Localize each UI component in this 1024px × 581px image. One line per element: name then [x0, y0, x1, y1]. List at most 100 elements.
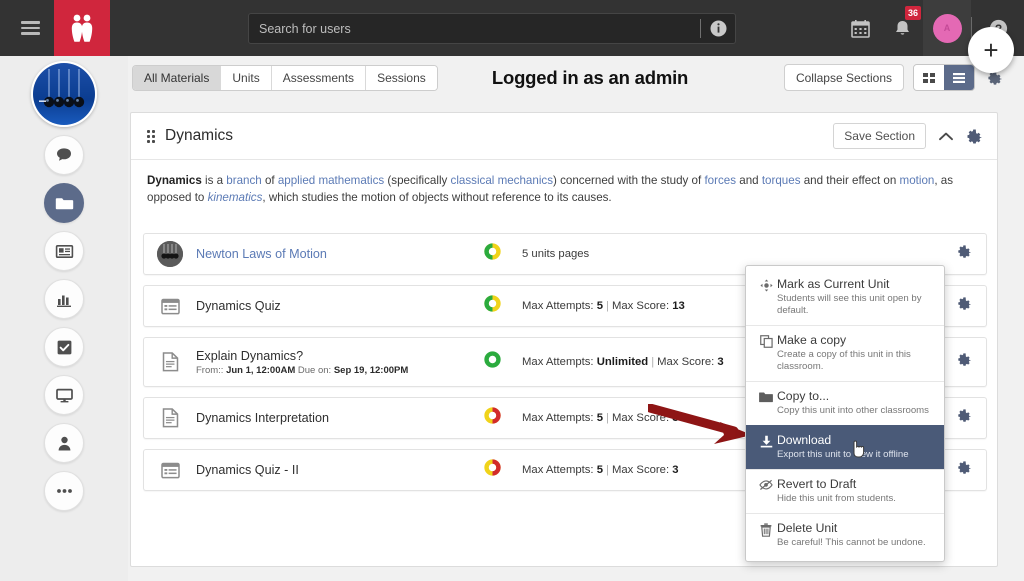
hamburger-icon[interactable] — [8, 21, 52, 35]
folder-icon — [755, 389, 777, 417]
menu-item-make-a-copy[interactable]: Make a copy Create a copy of this unit i… — [746, 325, 944, 381]
menu-item-title: Copy to... — [777, 389, 830, 403]
desc-text: of — [261, 174, 278, 187]
sidebar-item-more[interactable] — [44, 471, 84, 511]
calendar-icon[interactable] — [839, 0, 881, 56]
row-meta: Max Attempts: 5 | Max Score: 3 — [522, 412, 679, 424]
notification-badge: 36 — [905, 6, 921, 20]
grid-view-icon[interactable] — [914, 65, 944, 90]
unit-title[interactable]: Dynamics Quiz — [196, 299, 281, 313]
avatar-initial: A — [932, 13, 962, 43]
section-description: Dynamics is a branch of applied mathemat… — [131, 160, 997, 206]
tab-sessions[interactable]: Sessions — [366, 66, 437, 90]
score-label: Max Score: — [611, 464, 673, 476]
link-classical-mechanics[interactable]: classical mechanics — [451, 174, 553, 187]
score-label: Max Score: — [611, 412, 673, 424]
link-motion[interactable]: motion — [900, 174, 935, 187]
desc-text: , which studies the motion of objects wi… — [262, 191, 612, 204]
unit-title[interactable]: Newton Laws of Motion — [196, 247, 327, 261]
drag-handle-icon[interactable] — [147, 129, 155, 143]
section-actions: Save Section — [833, 123, 983, 149]
content-header-actions: Collapse Sections — [783, 64, 1006, 91]
desc-term: Dynamics — [147, 174, 202, 187]
avatar[interactable]: A — [923, 0, 971, 56]
unit-dates: From:: Jun 1, 12:00AM Due on: Sep 19, 12… — [196, 365, 408, 376]
meta-divider: | — [606, 464, 609, 476]
section-title: Dynamics — [165, 127, 234, 144]
score-value: 3 — [672, 464, 679, 476]
move-arrows-icon — [755, 277, 777, 317]
add-button[interactable]: + — [968, 27, 1014, 73]
row-text: Newton Laws of Motion — [196, 247, 327, 261]
sidebar-item-messages[interactable] — [44, 135, 84, 175]
score-value: 13 — [672, 300, 685, 312]
tab-assessments[interactable]: Assessments — [271, 66, 367, 90]
tab-all-materials[interactable]: All Materials — [133, 66, 222, 90]
menu-item-mark-as-current-unit[interactable]: Mark as Current Unit Students will see t… — [746, 270, 944, 325]
meta-divider: | — [606, 412, 609, 424]
from-label: From:: — [196, 364, 227, 376]
gear-icon[interactable] — [966, 128, 983, 145]
link-forces[interactable]: forces — [704, 174, 736, 187]
search-bar[interactable] — [248, 13, 736, 44]
menu-item-revert-to-draft[interactable]: Revert to Draft Hide this unit from stud… — [746, 469, 944, 513]
quiz-icon — [144, 462, 196, 479]
status-badge — [484, 407, 501, 429]
sidebar-item-news[interactable] — [44, 231, 84, 271]
score-value: 3 — [672, 412, 679, 424]
attempts-value: 5 — [596, 464, 604, 476]
section-header: Dynamics Save Section — [131, 113, 997, 160]
gear-icon[interactable] — [957, 408, 972, 428]
score-value: 3 — [717, 356, 724, 368]
menu-item-title: Revert to Draft — [777, 477, 857, 491]
checkbox-icon — [55, 338, 74, 357]
person-icon — [55, 434, 74, 453]
gear-icon[interactable] — [957, 460, 972, 480]
unit-title[interactable]: Dynamics Quiz - II — [196, 463, 299, 477]
unit-thumbnail — [144, 241, 196, 267]
row-text: Dynamics Quiz - II — [196, 463, 299, 477]
notifications-icon[interactable]: 36 — [881, 0, 923, 56]
list-view-icon[interactable] — [944, 65, 974, 90]
gear-icon[interactable] — [957, 352, 972, 372]
attempts-value: 5 — [596, 300, 604, 312]
menu-item-desc: Hide this unit from students. — [777, 493, 896, 504]
menu-item-download[interactable]: Download Export this unit to view it off… — [746, 425, 944, 469]
search-input[interactable] — [249, 14, 700, 43]
materials-tabs: All Materials Units Assessments Sessions — [132, 65, 438, 91]
menu-item-desc: Students will see this unit open by defa… — [777, 293, 922, 316]
due-value: Sep 19, 12:00PM — [333, 364, 409, 376]
sidebar-item-reports[interactable] — [44, 279, 84, 319]
sidebar-item-presentation[interactable] — [44, 375, 84, 415]
link-kinematics[interactable]: kinematics — [208, 191, 263, 204]
from-value: Jun 1, 12:00AM — [226, 364, 296, 376]
link-torques[interactable]: torques — [762, 174, 801, 187]
newtons-cradle-avatar[interactable] — [31, 61, 97, 127]
sidebar-item-tasks[interactable] — [44, 327, 84, 367]
tab-units[interactable]: Units — [221, 66, 272, 90]
menu-item-text: Make a copy Create a copy of this unit i… — [777, 333, 935, 373]
info-icon[interactable] — [701, 14, 735, 43]
gear-icon[interactable] — [957, 244, 972, 264]
collapse-sections-button[interactable]: Collapse Sections — [783, 64, 904, 91]
admin-banner: Logged in as an admin — [491, 67, 689, 88]
trash-icon — [755, 521, 777, 549]
link-branch[interactable]: branch — [226, 174, 261, 187]
meta-divider: | — [651, 356, 655, 368]
save-section-button[interactable]: Save Section — [833, 123, 926, 149]
sidebar-item-profile[interactable] — [44, 423, 84, 463]
sidebar-item-materials[interactable] — [44, 183, 84, 223]
menu-item-copy-to[interactable]: Copy to... Copy this unit into other cla… — [746, 381, 944, 425]
menu-item-delete-unit[interactable]: Delete Unit Be careful! This cannot be u… — [746, 513, 944, 557]
gear-icon[interactable] — [957, 296, 972, 316]
menu-item-text: Mark as Current Unit Students will see t… — [777, 277, 935, 317]
menu-item-text: Revert to Draft Hide this unit from stud… — [777, 477, 935, 505]
chevron-up-icon[interactable] — [938, 131, 954, 142]
people-logo-icon[interactable] — [54, 0, 110, 56]
attempts-label: Max Attempts: — [522, 412, 597, 424]
top-navigation-bar: 36 A ? — [0, 0, 1024, 56]
chat-bubble-icon — [55, 146, 73, 164]
unit-title[interactable]: Dynamics Interpretation — [196, 411, 329, 425]
link-applied-mathematics[interactable]: applied mathematics — [278, 174, 384, 187]
unit-title[interactable]: Explain Dynamics? — [196, 349, 408, 363]
